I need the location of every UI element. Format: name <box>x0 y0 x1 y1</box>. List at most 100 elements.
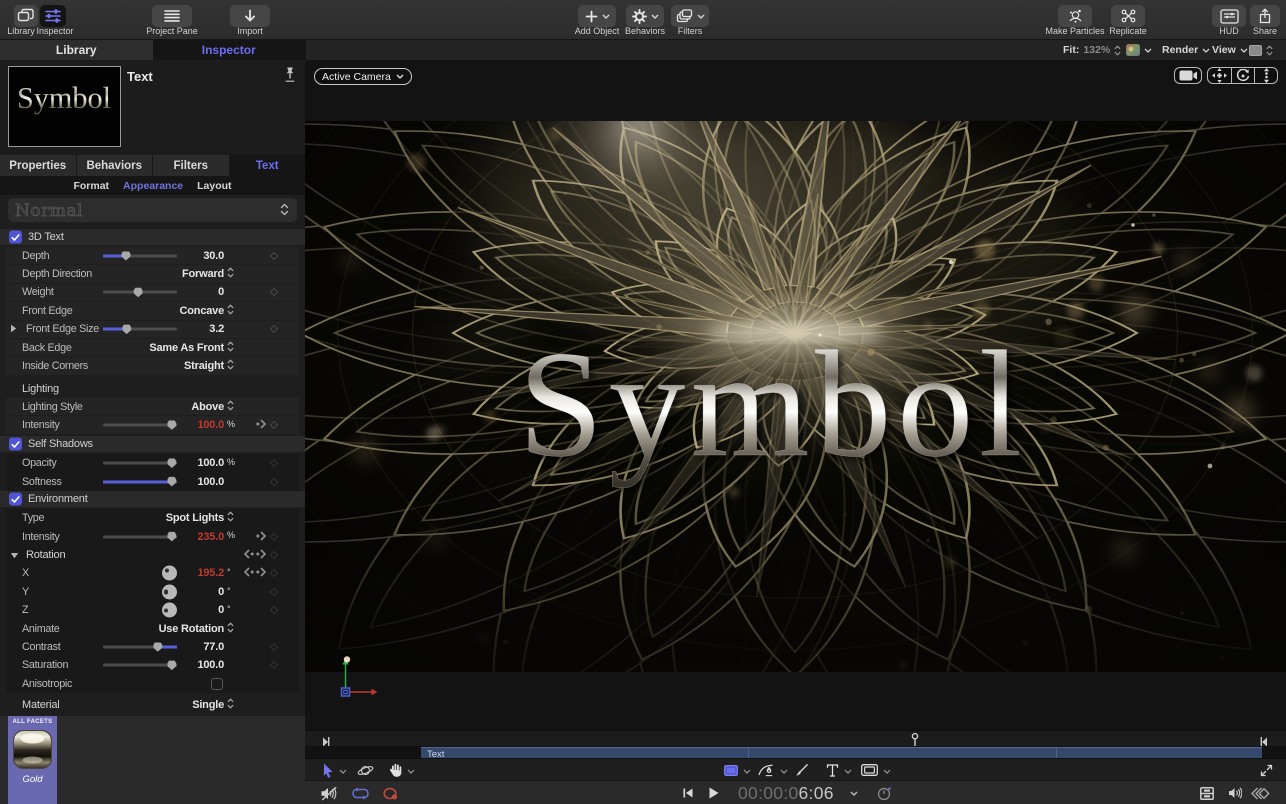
contrast-value[interactable]: 77.0 <box>203 641 224 653</box>
next-keyframe-icon[interactable] <box>256 564 267 582</box>
keyframe-diamond-icon[interactable] <box>269 661 279 670</box>
popup-stepper-icon[interactable] <box>227 398 234 416</box>
z-value[interactable]: 0 <box>218 604 224 616</box>
subtab-appearance[interactable]: Appearance <box>123 180 183 192</box>
y-dial[interactable] <box>162 584 177 600</box>
audio-button[interactable] <box>1228 781 1242 804</box>
filters-button[interactable] <box>671 5 709 27</box>
slider-thumb[interactable] <box>167 660 177 671</box>
select-tool[interactable] <box>322 759 347 781</box>
mini-timeline[interactable] <box>305 730 1286 747</box>
popup-stepper-icon[interactable] <box>227 509 234 527</box>
keyframe-diamond-icon[interactable] <box>269 288 279 297</box>
keyframe-diamond-icon[interactable] <box>269 550 279 560</box>
timing-display-button[interactable] <box>877 781 892 804</box>
depth-value[interactable]: 30.0 <box>203 250 224 262</box>
3d-text-checkbox[interactable] <box>9 230 22 244</box>
dolly-view-button[interactable] <box>1254 67 1277 84</box>
self-shadows-checkbox[interactable] <box>9 437 22 451</box>
tab-behaviors[interactable]: Behaviors <box>76 155 153 176</box>
popup-stepper-icon[interactable] <box>227 339 234 357</box>
slider-thumb[interactable] <box>121 251 131 261</box>
keyframe-diamond-icon[interactable] <box>269 477 279 486</box>
play-button[interactable] <box>709 781 719 804</box>
slider-thumb[interactable] <box>167 420 177 430</box>
opacity-value[interactable]: 100.0 <box>197 457 224 469</box>
keyframe-diamond-icon[interactable] <box>269 532 279 541</box>
record-button[interactable] <box>383 781 398 804</box>
inspector-button[interactable] <box>40 5 66 27</box>
import-button[interactable] <box>230 5 270 27</box>
opacity-slider[interactable] <box>103 458 177 468</box>
channels-popup[interactable] <box>1126 40 1152 60</box>
slider-thumb[interactable] <box>167 476 177 487</box>
pin-icon[interactable] <box>284 67 296 89</box>
project-timeline-button[interactable] <box>1200 781 1214 804</box>
behaviors-button[interactable] <box>626 5 664 27</box>
type-value[interactable]: Spot Lights <box>166 512 224 524</box>
bezier-tool[interactable] <box>758 759 788 781</box>
x-value[interactable]: 195.2 <box>197 567 224 579</box>
keyframe-diamond-icon[interactable] <box>269 251 279 260</box>
subtab-format[interactable]: Format <box>73 180 109 192</box>
inside-corners-value[interactable]: Straight <box>184 360 224 372</box>
environment-checkbox[interactable] <box>9 492 22 506</box>
hud-button[interactable] <box>1212 5 1246 27</box>
timing-pane-button[interactable] <box>1251 781 1271 804</box>
render-popup[interactable]: Render <box>1162 40 1210 60</box>
next-keyframe-icon[interactable] <box>256 416 267 434</box>
loop-playback-button[interactable] <box>352 781 369 804</box>
intensity-slider[interactable] <box>103 531 177 542</box>
add-object-button[interactable] <box>578 5 616 27</box>
x-dial[interactable] <box>162 565 177 581</box>
pan-tool[interactable] <box>389 759 415 781</box>
keyframe-diamond-icon[interactable] <box>269 420 279 430</box>
tab-filters[interactable]: Filters <box>153 155 230 176</box>
animate-value[interactable]: Use Rotation <box>159 623 225 635</box>
keyframe-diamond-icon[interactable] <box>269 605 279 615</box>
intensity-slider[interactable] <box>103 420 177 430</box>
orbit-view-button[interactable] <box>1231 67 1254 84</box>
slider-thumb[interactable] <box>167 458 177 468</box>
text-tool[interactable] <box>826 759 852 781</box>
depth-direction-value[interactable]: Forward <box>182 268 224 280</box>
material-cell-all-facets[interactable]: ALL FACETS Gold <box>8 716 57 804</box>
front-edge-value[interactable]: Concave <box>180 305 225 317</box>
pan-view-button[interactable] <box>1208 67 1231 84</box>
slider-thumb[interactable] <box>122 324 132 335</box>
library-button[interactable] <box>14 5 38 27</box>
popup-stepper-icon[interactable] <box>227 265 234 283</box>
transform-3d-tool[interactable] <box>357 759 374 781</box>
slider-thumb[interactable] <box>167 531 177 542</box>
softness-slider[interactable] <box>103 476 177 487</box>
fit-zoom-control[interactable]: Fit: 132% <box>1063 40 1121 60</box>
disclosure-right-icon[interactable] <box>10 320 17 338</box>
expand-timeline-icon[interactable] <box>1260 759 1273 781</box>
rectangle-mask-tool[interactable] <box>861 759 891 781</box>
y-value[interactable]: 0 <box>218 586 224 598</box>
softness-value[interactable]: 100.0 <box>197 476 224 488</box>
material-value[interactable]: Single <box>192 699 224 711</box>
z-dial[interactable] <box>162 602 177 618</box>
keyframe-diamond-icon[interactable] <box>269 642 279 652</box>
contrast-slider[interactable] <box>103 642 177 652</box>
disclosure-down-icon[interactable] <box>10 546 19 564</box>
popup-stepper-icon[interactable] <box>227 302 234 320</box>
depth-slider[interactable] <box>103 251 177 261</box>
rectangle-tool[interactable] <box>724 759 751 781</box>
mute-audio-button[interactable] <box>320 781 338 804</box>
front-edge-size-value[interactable]: 3.2 <box>209 323 224 335</box>
back-edge-value[interactable]: Same As Front <box>149 342 224 354</box>
view-popup[interactable]: View <box>1212 40 1248 60</box>
replicate-button[interactable] <box>1111 5 1145 27</box>
tab-text[interactable]: Text <box>229 155 305 176</box>
keyframe-diamond-icon[interactable] <box>269 325 279 334</box>
timecode-display[interactable]: 00:00:0 6:06 <box>738 781 834 804</box>
timecode-menu-chevron[interactable] <box>850 781 858 804</box>
popup-stepper-icon[interactable] <box>227 357 234 375</box>
make-particles-button[interactable] <box>1058 5 1092 27</box>
prev-keyframe-icon[interactable] <box>243 546 254 564</box>
timeline-track-text[interactable]: Text <box>421 747 1262 760</box>
keyframe-diamond-icon[interactable] <box>269 569 279 578</box>
front-edge-size-slider[interactable] <box>103 324 177 335</box>
